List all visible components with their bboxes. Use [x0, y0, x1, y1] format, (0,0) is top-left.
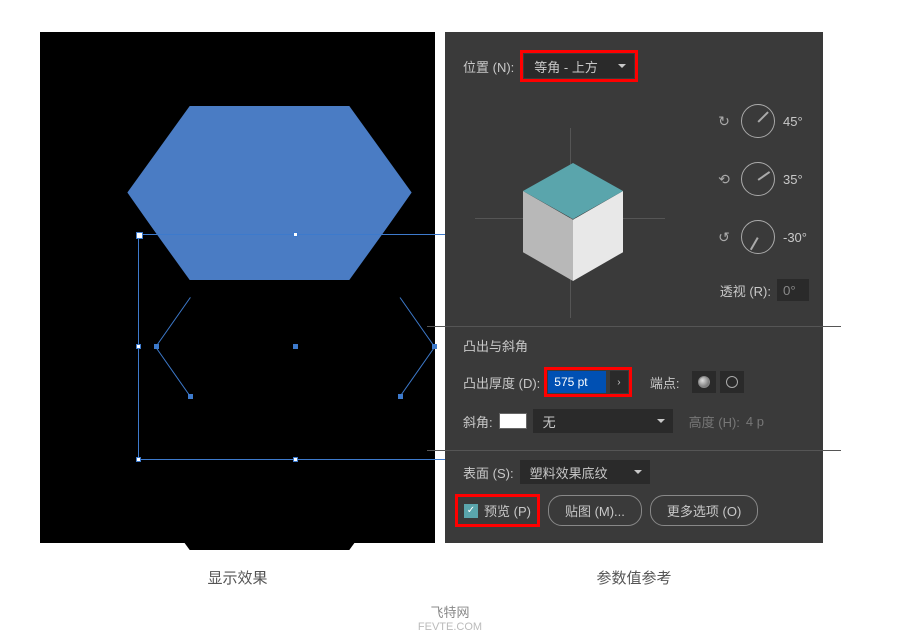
position-value: 等角 - 上方 — [534, 57, 598, 76]
depth-label: 凸出厚度 (D): — [463, 373, 540, 392]
rotate-y-icon: ⟲ — [715, 170, 733, 188]
position-label: 位置 (N): — [463, 57, 514, 76]
extrude-section-title: 凸出与斜角 — [463, 336, 805, 355]
rotate-x-icon: ↻ — [715, 112, 733, 130]
bevel-dropdown[interactable]: 无 — [533, 409, 673, 433]
surface-label: 表面 (S): — [463, 463, 514, 482]
rotate-z-value: -30° — [783, 230, 817, 245]
rotate-z-dial[interactable] — [741, 220, 775, 254]
depth-stepper[interactable]: › — [610, 371, 628, 393]
rotate-z-icon: ↺ — [715, 228, 733, 246]
bevel-swatch — [499, 413, 527, 429]
highlight-box-position: 等角 - 上方 — [520, 50, 638, 82]
perspective-label: 透视 (R): — [720, 281, 771, 300]
more-options-button[interactable]: 更多选项 (O) — [650, 495, 758, 526]
footer-url: FEVTE.COM — [0, 621, 900, 633]
caption-left: 显示效果 — [40, 567, 435, 588]
map-art-button[interactable]: 贴图 (M)... — [548, 495, 642, 526]
rotate-y-value: 35° — [783, 172, 817, 187]
cap-off-button[interactable] — [720, 371, 744, 393]
footer-brand: 飞特网 — [0, 602, 900, 621]
cap-label: 端点: — [650, 373, 680, 392]
rotate-x-dial[interactable] — [741, 104, 775, 138]
depth-input[interactable] — [548, 371, 606, 393]
preview-checkbox[interactable]: ✓ — [464, 504, 478, 518]
perspective-input[interactable] — [777, 279, 809, 301]
surface-value: 塑料效果底纹 — [530, 463, 608, 482]
extrude-bevel-dialog: 位置 (N): 等角 - 上方 ↻ 45° — [445, 32, 823, 543]
cap-on-button[interactable] — [692, 371, 716, 393]
preview-canvas — [40, 32, 435, 543]
path-outline — [156, 252, 436, 442]
surface-dropdown[interactable]: 塑料效果底纹 — [520, 460, 650, 484]
position-dropdown[interactable]: 等角 - 上方 — [524, 54, 634, 78]
highlight-box-preview: ✓ 预览 (P) — [455, 494, 540, 527]
bevel-label: 斜角: — [463, 412, 493, 431]
cube-orientation-preview[interactable] — [475, 108, 665, 328]
rotation-dials: ↻ 45° ⟲ 35° ↺ -30° — [715, 104, 817, 278]
bevel-height-label: 高度 (H): — [689, 412, 740, 431]
rotate-x-value: 45° — [783, 114, 817, 129]
caption-right: 参数值参考 — [445, 567, 823, 588]
highlight-box-depth: › — [544, 367, 632, 397]
preview-label: 预览 (P) — [484, 501, 531, 520]
bevel-value: 无 — [543, 412, 556, 431]
bevel-height-value: 4 p — [746, 414, 764, 429]
rotate-y-dial[interactable] — [741, 162, 775, 196]
